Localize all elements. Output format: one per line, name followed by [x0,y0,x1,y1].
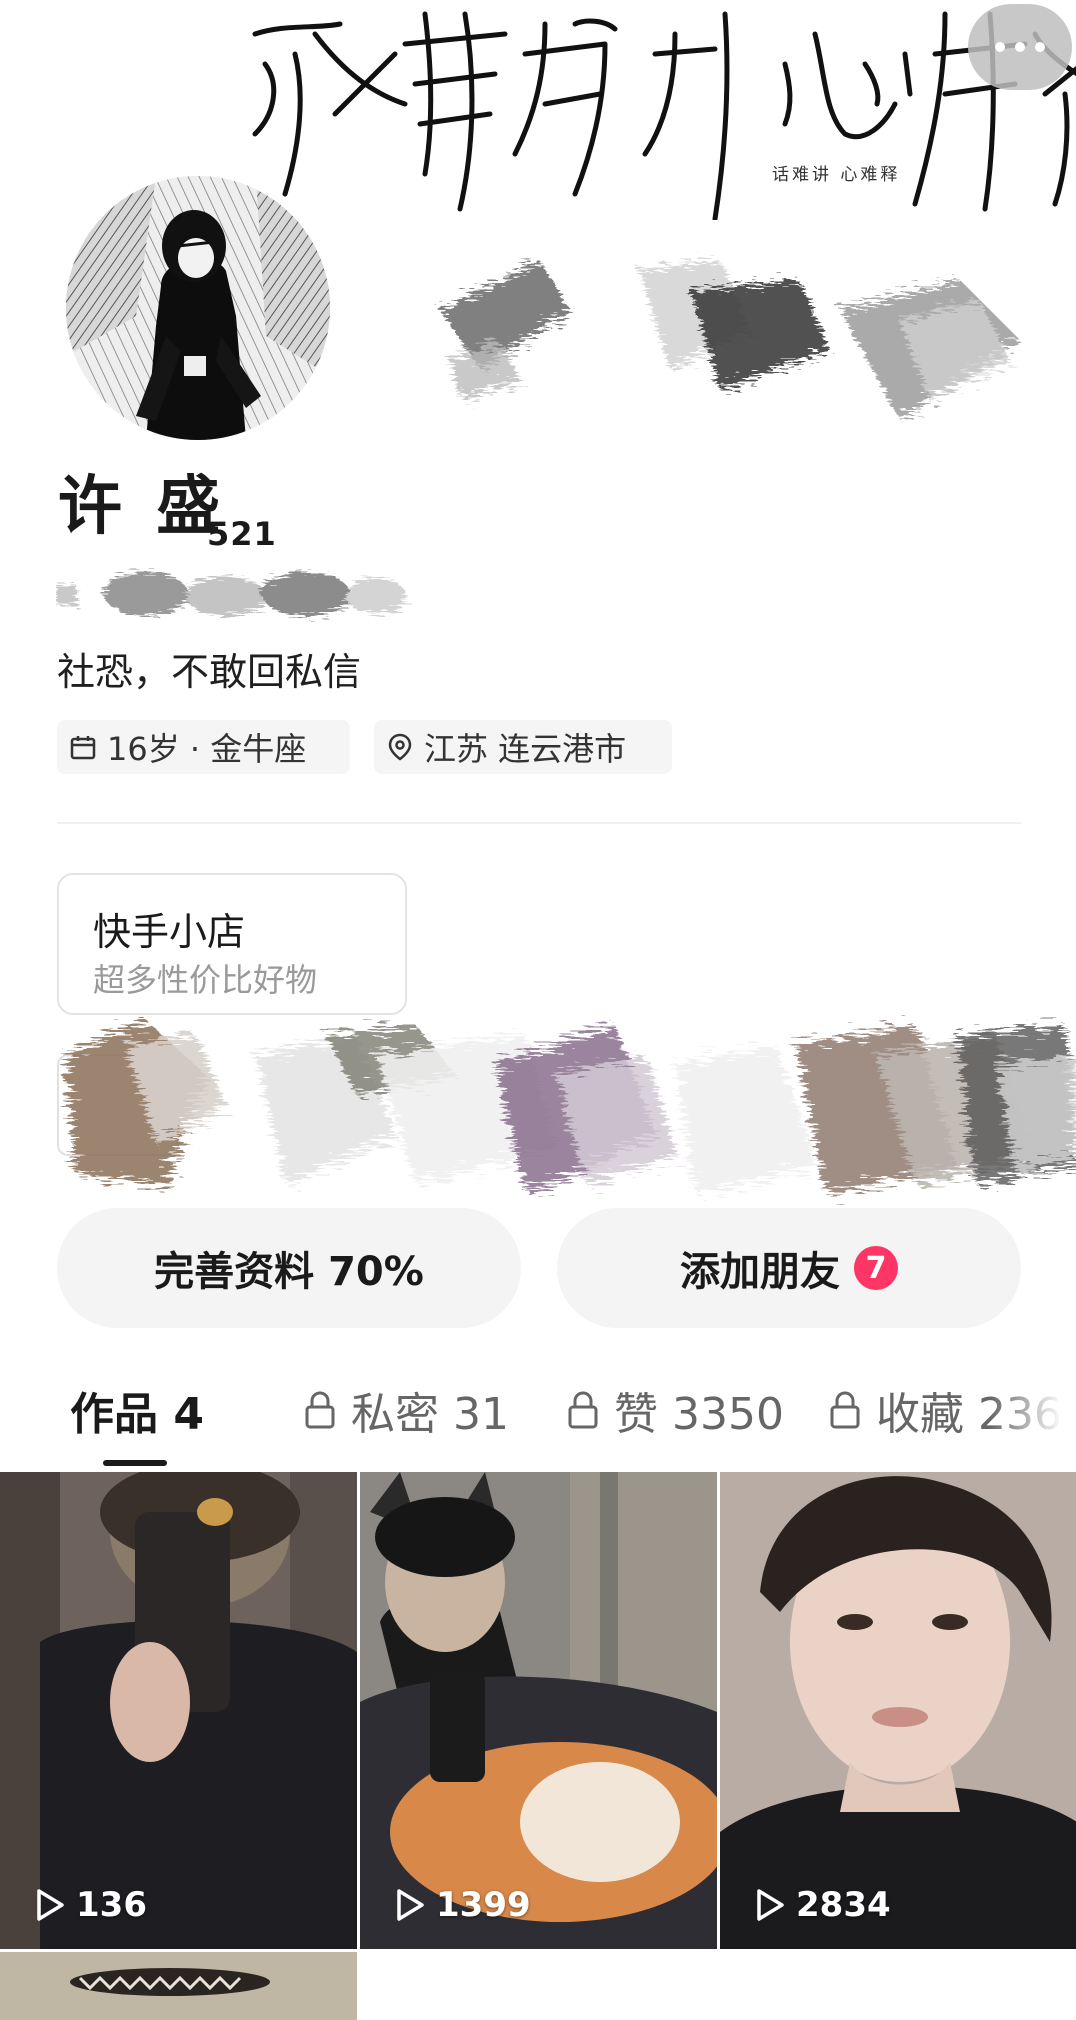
user-id-blurred [56,572,406,616]
play-count-value: 1399 [436,1885,531,1925]
lock-icon [830,1391,860,1429]
banner-calligraphy [252,11,1076,220]
active-tab-indicator [103,1460,167,1466]
calendar-icon [70,736,96,760]
tab-private-label: 私密 31 [351,1389,509,1440]
add-friends-button[interactable]: 添加朋友 7 [557,1208,1021,1328]
tab-private[interactable]: 私密 31 [303,1380,509,1440]
more-dot [1015,42,1025,52]
kuaishou-shop-card[interactable]: 快手小店 超多性价比好物 [57,873,407,1015]
video-thumbnail-partial[interactable] [0,1952,357,2020]
banner-caption: 话难讲 心难释 [772,165,901,185]
more-button[interactable] [968,4,1072,90]
lock-icon [568,1391,598,1429]
tab-scroll-fade [990,1370,1076,1450]
video-thumbnail[interactable]: 136 [0,1472,357,1949]
section-divider [57,822,1021,824]
profile-name: 许 盛 [58,470,227,544]
video-thumbnail[interactable]: 2834 [720,1472,1076,1949]
stats-blurred [440,260,1020,420]
tab-likes-label: 赞 3350 [614,1389,784,1440]
add-friends-label: 添加朋友 [680,1249,840,1295]
tab-works[interactable]: 作品 4 [70,1380,204,1440]
video-thumbnail[interactable]: 1399 [360,1472,717,1949]
location-pin-icon [388,733,412,761]
play-icon [37,1889,64,1921]
shop-title: 快手小店 [93,910,246,954]
video-thumbnail-image [0,1472,357,1949]
shop-subtitle: 超多性价比好物 [93,961,318,999]
products-blurred [57,1020,1076,1195]
more-dots-icon [995,42,1005,52]
lock-icon [305,1391,335,1429]
more-dot [1035,42,1045,52]
tab-likes[interactable]: 赞 3350 [566,1380,784,1440]
profile-name-suffix: 521 [207,515,277,553]
play-count-value: 2834 [796,1885,891,1925]
location-label: 江苏 连云港市 [424,730,627,768]
profile-bio: 社恐，不敢回私信 [57,650,362,694]
play-count-value: 136 [76,1885,147,1925]
play-count: 136 [34,1885,147,1925]
location-tag: 江苏 连云港市 [374,720,672,774]
age-zodiac-tag: 16岁 · 金牛座 [57,720,350,774]
video-thumbnail-image [360,1472,717,1949]
tab-works-label: 作品 4 [70,1389,204,1440]
avatar[interactable] [66,176,330,440]
complete-profile-button[interactable]: 完善资料 70% [57,1208,521,1328]
play-icon [397,1889,424,1921]
play-count: 1399 [394,1885,531,1925]
play-icon [757,1889,784,1921]
video-thumbnail-image [720,1472,1076,1949]
video-thumbnail-image [0,1952,357,2020]
play-count: 2834 [754,1885,891,1925]
age-zodiac-label: 16岁 · 金牛座 [107,730,307,768]
complete-profile-label: 完善资料 70% [154,1249,424,1295]
friend-request-badge: 7 [854,1246,898,1290]
avatar-image [66,176,330,440]
